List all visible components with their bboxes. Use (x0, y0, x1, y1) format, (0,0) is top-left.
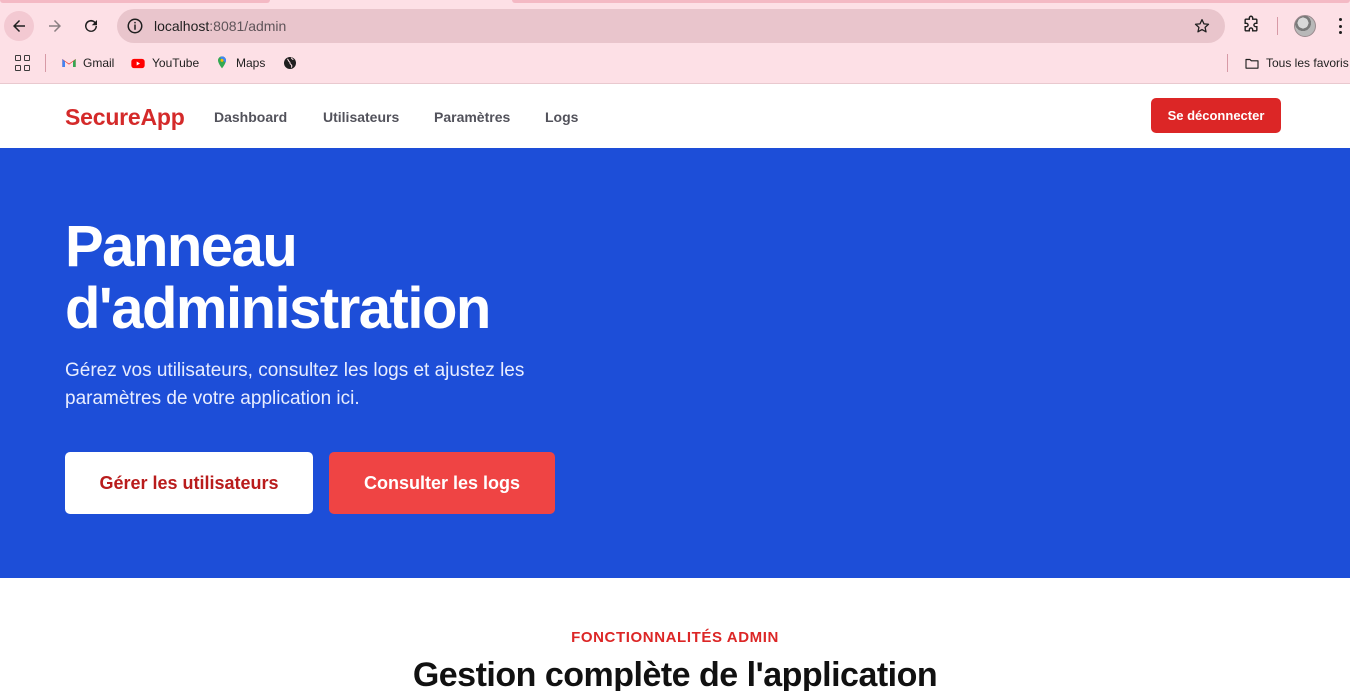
back-button[interactable] (4, 11, 34, 41)
url-text: localhost:8081/admin (154, 17, 286, 35)
apps-grid-icon[interactable] (15, 55, 31, 71)
globe-icon (282, 55, 298, 71)
url-host: localhost (154, 18, 210, 34)
browser-chrome: localhost:8081/admin Gmail YouTube Maps (0, 0, 1350, 84)
nav-link-dashboard[interactable]: Dashboard (214, 109, 287, 125)
toolbar-divider (1277, 17, 1278, 35)
bookmark-star-icon[interactable] (1193, 17, 1211, 35)
site-info-icon[interactable] (126, 17, 144, 35)
active-tab-edge[interactable] (0, 0, 270, 3)
maps-icon (214, 55, 230, 71)
bookmark-globe[interactable] (282, 54, 298, 72)
app-navbar: SecureApp Dashboard Utilisateurs Paramèt… (0, 85, 1350, 148)
gmail-icon (61, 55, 77, 71)
bookmark-youtube[interactable]: YouTube (130, 54, 199, 72)
bookmark-label: Maps (236, 56, 266, 70)
bookmark-label: YouTube (152, 56, 200, 70)
hero-subtitle: Gérez vos utilisateurs, consultez les lo… (65, 360, 525, 409)
hero-section: Panneau d'administration Gérez vos utili… (0, 148, 1350, 578)
arrow-left-icon (13, 20, 25, 32)
all-bookmarks-label: Tous les favoris (1266, 56, 1349, 70)
bookmark-label: Gmail (83, 56, 115, 70)
nav-link-utilisateurs[interactable]: Utilisateurs (323, 109, 399, 125)
forward-button[interactable] (40, 11, 70, 41)
manage-users-button[interactable]: Gérer les utilisateurs (65, 452, 313, 514)
tab-edge[interactable] (512, 0, 1350, 3)
hero-title: Panneau d'administration (65, 216, 585, 340)
hero-title-line1: Panneau (65, 214, 298, 279)
url-path: :8081/admin (209, 18, 287, 34)
address-bar[interactable]: localhost:8081/admin (117, 9, 1225, 43)
profile-avatar[interactable] (1294, 15, 1316, 37)
all-bookmarks-button[interactable]: Tous les favoris (1244, 54, 1349, 72)
hero-title-line2: d'administration (65, 276, 491, 341)
nav-link-logs[interactable]: Logs (545, 109, 578, 125)
bookmark-gmail[interactable]: Gmail (61, 54, 114, 72)
bookmarks-divider (1227, 54, 1228, 72)
reload-button[interactable] (76, 11, 106, 41)
features-title: Gestion complète de l'application (412, 656, 938, 691)
view-logs-button[interactable]: Consulter les logs (329, 452, 555, 514)
tab-strip (0, 0, 1350, 3)
youtube-icon (130, 55, 146, 71)
nav-link-parametres[interactable]: Paramètres (434, 109, 510, 125)
reload-icon (85, 19, 97, 32)
folder-icon (1244, 55, 1260, 71)
extensions-puzzle-icon[interactable] (1241, 15, 1261, 35)
browser-menu-icon[interactable] (1334, 16, 1346, 36)
bookmark-maps[interactable]: Maps (214, 54, 265, 72)
arrow-right-icon (49, 20, 61, 32)
features-eyebrow: FONCTIONNALITÉS ADMIN (571, 629, 779, 646)
brand-logo[interactable]: SecureApp (65, 104, 185, 131)
logout-button[interactable]: Se déconnecter (1151, 98, 1281, 133)
bookmarks-divider (45, 54, 46, 72)
